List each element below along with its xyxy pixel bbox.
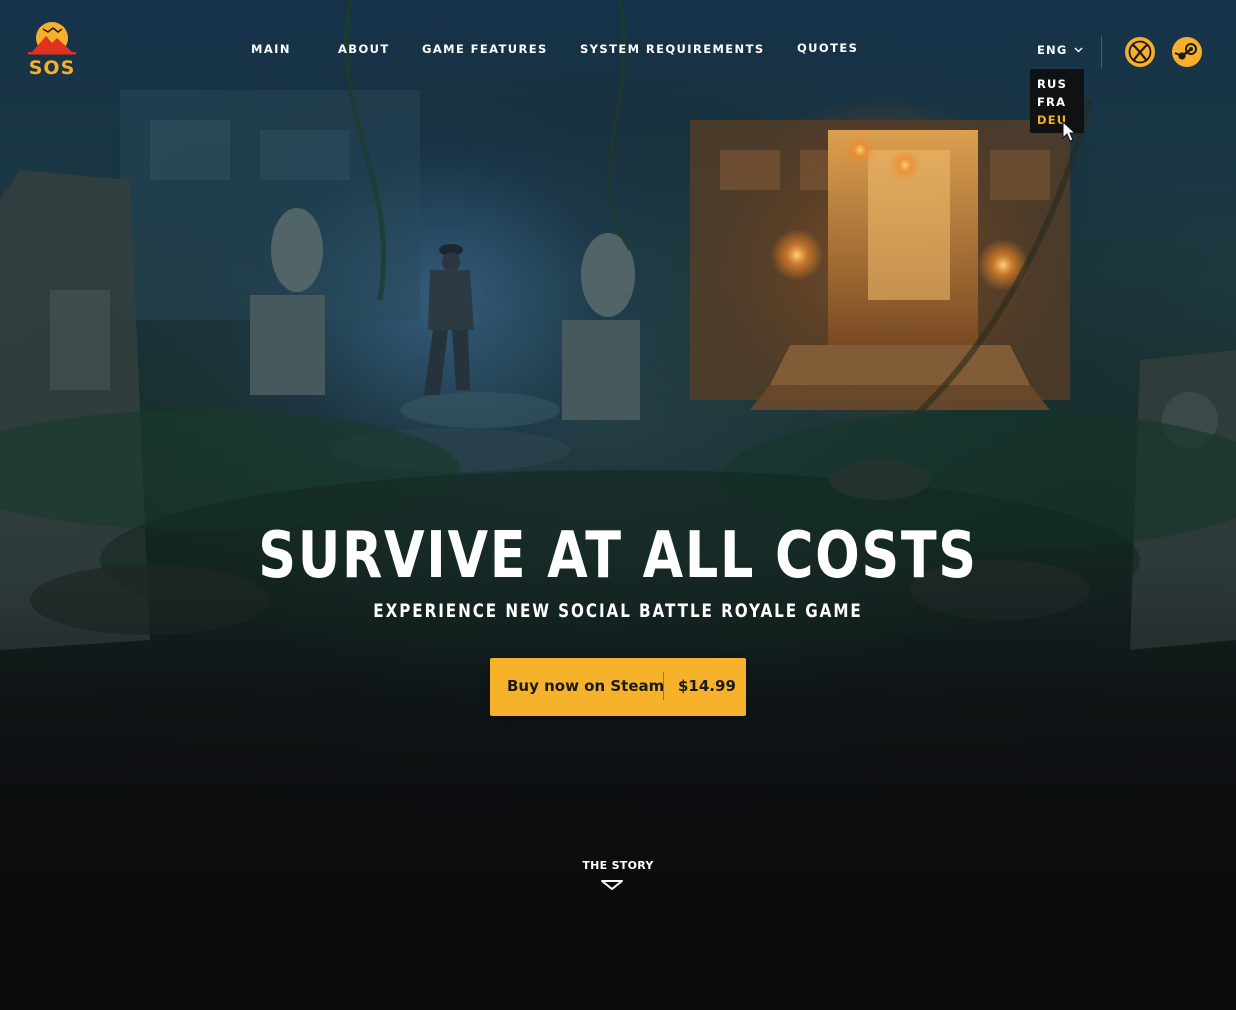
the-story-link[interactable]: THE STORY	[0, 859, 1236, 872]
buy-button-label: Buy now on Steam	[507, 677, 665, 695]
sos-logo[interactable]: SOS	[24, 19, 80, 75]
nav-game-features[interactable]: GAME FEATURES	[422, 42, 548, 56]
steam-button[interactable]	[1172, 37, 1202, 67]
nav-main[interactable]: MAIN	[251, 42, 291, 56]
chevron-down-icon	[1074, 47, 1083, 53]
nav-quotes[interactable]: QUOTES	[797, 41, 858, 55]
steam-icon	[1174, 43, 1197, 60]
language-option-fra[interactable]: FRA	[1037, 95, 1066, 109]
xbox-icon	[1128, 40, 1152, 64]
nav-system-requirements[interactable]: SYSTEM REQUIREMENTS	[580, 42, 765, 56]
language-current-label: ENG	[1037, 43, 1068, 57]
logo-text: SOS	[29, 57, 76, 75]
xbox-button[interactable]	[1125, 37, 1155, 67]
hero-headline: SURVIVE AT ALL COSTS	[258, 519, 978, 593]
buy-on-steam-button[interactable]: Buy now on Steam $14.99	[490, 658, 746, 716]
header-divider	[1101, 36, 1102, 68]
hero-subheadline: EXPERIENCE NEW SOCIAL BATTLE ROYALE GAME	[373, 600, 863, 622]
price-label: $14.99	[678, 677, 736, 695]
mouse-cursor-icon	[1062, 121, 1076, 142]
buy-button-divider	[663, 672, 664, 700]
scroll-down-arrow-icon[interactable]	[600, 879, 624, 891]
nav-about[interactable]: ABOUT	[338, 42, 390, 56]
language-selector[interactable]: ENG	[1037, 43, 1083, 57]
language-option-rus[interactable]: RUS	[1037, 77, 1067, 91]
